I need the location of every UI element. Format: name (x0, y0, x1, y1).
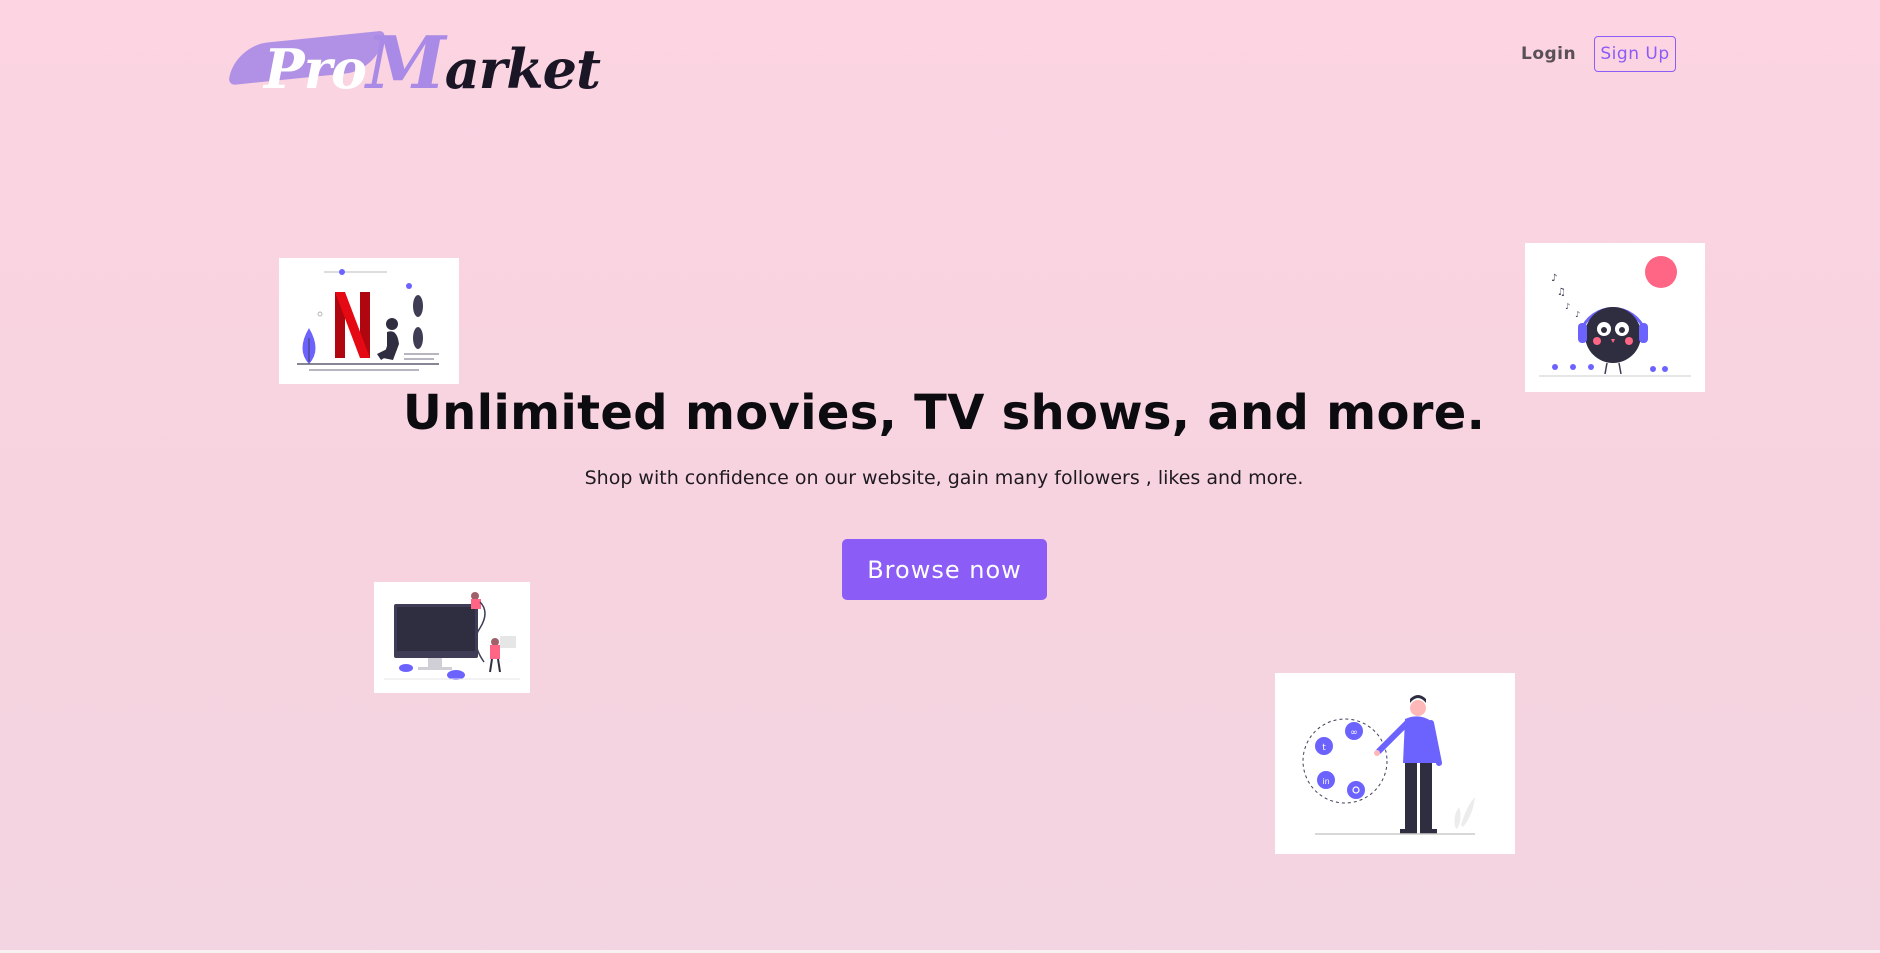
svg-text:t: t (1322, 743, 1326, 753)
svg-text:♪: ♪ (1565, 302, 1570, 311)
svg-text:♫: ♫ (1557, 287, 1566, 298)
computer-repair-illustration-icon (384, 592, 520, 680)
music-bird-illustration-icon: ♪ ♫ ♪ ♪ (1539, 256, 1691, 377)
social-media-illustration-icon: t ∞ in (1302, 695, 1475, 835)
promarket-logo[interactable]: ProMarket (227, 16, 601, 105)
login-link[interactable]: Login (1521, 44, 1576, 64)
netflix-illustration-card (279, 258, 459, 384)
svg-text:∞: ∞ (1350, 728, 1358, 738)
logo-text: ProMarket (264, 20, 601, 105)
netflix-illustration-icon (297, 269, 439, 371)
signup-button[interactable]: Sign Up (1594, 36, 1676, 72)
computer-repair-illustration-card (374, 582, 530, 693)
social-media-illustration-card: t ∞ in (1275, 673, 1515, 854)
hero-headline: Unlimited movies, TV shows, and more. (402, 385, 1486, 441)
svg-text:♪: ♪ (1551, 273, 1557, 284)
browse-now-button[interactable]: Browse now (842, 539, 1047, 600)
svg-text:♪: ♪ (1575, 310, 1580, 319)
music-bird-illustration-card: ♪ ♫ ♪ ♪ (1525, 243, 1705, 392)
svg-text:in: in (1322, 777, 1329, 786)
hero-subtitle: Shop with confidence on our website, gai… (584, 467, 1304, 489)
